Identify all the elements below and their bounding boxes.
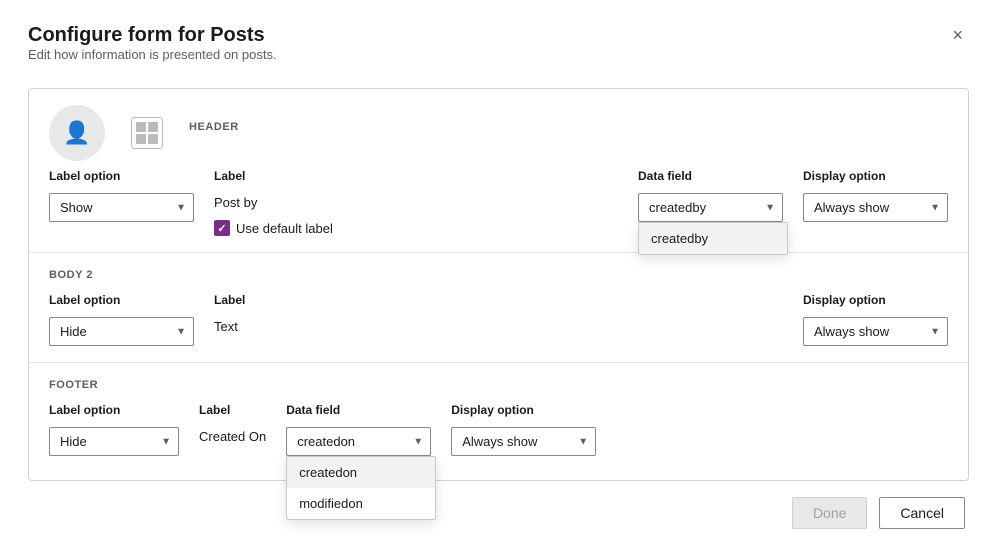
body2-label-option-group: Label option Hide Show ▼ xyxy=(49,293,194,346)
footer-label-option-select-wrapper: Hide Show ▼ xyxy=(49,427,179,456)
grid-layout-icon xyxy=(131,117,163,149)
body2-label-label: Label xyxy=(214,293,245,307)
footer-label-option-label: Label option xyxy=(49,403,179,417)
footer-label-label: Label xyxy=(199,403,266,417)
footer-data-field-dropdown: createdon modifiedon xyxy=(286,456,436,520)
close-button[interactable]: × xyxy=(946,24,969,46)
header-section-icons: 👤 HEADER xyxy=(49,105,948,161)
footer-display-option-select-wrapper: Always show ▼ xyxy=(451,427,596,456)
cancel-button[interactable]: Cancel xyxy=(879,497,965,529)
dialog-subtitle: Edit how information is presented on pos… xyxy=(28,47,277,62)
body2-section: BODY 2 Label option Hide Show ▼ Label Te… xyxy=(29,253,968,363)
body2-display-option-select[interactable]: Always show xyxy=(803,317,948,346)
header-display-option-label: Display option xyxy=(803,169,948,183)
configure-form-dialog: Configure form for Posts Edit how inform… xyxy=(0,0,997,560)
footer-label-option-select[interactable]: Hide Show xyxy=(49,427,179,456)
header-post-by-text: Post by xyxy=(214,195,333,210)
header-data-field-label: Data field xyxy=(638,169,783,183)
dialog-header: Configure form for Posts Edit how inform… xyxy=(28,24,969,82)
header-data-field-group: Data field createdby ▼ createdby xyxy=(638,169,783,222)
grid-cell-1 xyxy=(136,122,146,132)
body2-label-option-select[interactable]: Hide Show xyxy=(49,317,194,346)
footer-label-text: Created On xyxy=(199,429,266,444)
body2-label-group: Label Text xyxy=(214,293,245,334)
footer-display-option-group: Display option Always show ▼ xyxy=(451,403,596,456)
grid-cell-4 xyxy=(148,134,158,144)
footer-data-field-group: Data field createdon modifiedon ▼ create… xyxy=(286,403,431,456)
body2-display-option-group: Display option Always show ▼ xyxy=(803,293,948,346)
body2-fields-row: Label option Hide Show ▼ Label Text xyxy=(49,293,948,346)
header-label-option-group: Label option Show Hide ▼ xyxy=(49,169,194,222)
dialog-title: Configure form for Posts xyxy=(28,24,277,47)
header-section-label: HEADER xyxy=(189,121,239,133)
done-button[interactable]: Done xyxy=(792,497,867,529)
footer-data-field-label: Data field xyxy=(286,403,431,417)
footer-label-group: Label Created On xyxy=(199,403,266,444)
person-icon: 👤 xyxy=(63,120,90,146)
dialog-footer: Done Cancel xyxy=(28,497,969,529)
header-label-option-label: Label option xyxy=(49,169,194,183)
header-data-field-select[interactable]: createdby xyxy=(638,193,783,222)
footer-display-option-label: Display option xyxy=(451,403,596,417)
footer-display-option-select[interactable]: Always show xyxy=(451,427,596,456)
footer-section: FOOTER Label option Hide Show ▼ Label Cr… xyxy=(29,363,968,480)
body2-label-option-select-wrapper: Hide Show ▼ xyxy=(49,317,194,346)
avatar: 👤 xyxy=(49,105,105,161)
header-fields-row: Label option Show Hide ▼ Label Post by xyxy=(49,169,948,236)
footer-dropdown-item-modifiedon[interactable]: modifiedon xyxy=(287,488,435,519)
header-display-option-group: Display option Always show ▼ xyxy=(803,169,948,222)
header-label-label: Label xyxy=(214,169,333,183)
footer-data-field-select-wrapper: createdon modifiedon ▼ xyxy=(286,427,431,456)
header-dropdown-item-createdby[interactable]: createdby xyxy=(639,223,787,254)
grid-cell-2 xyxy=(148,122,158,132)
header-data-field-dropdown: createdby xyxy=(638,222,788,255)
header-label-option-select[interactable]: Show Hide xyxy=(49,193,194,222)
use-default-label-text: Use default label xyxy=(236,221,333,236)
footer-fields-row: Label option Hide Show ▼ Label Created O… xyxy=(49,403,948,456)
body2-label-text: Text xyxy=(214,319,245,334)
header-section: 👤 HEADER Label option Show Hide xyxy=(29,89,968,253)
use-default-label-checkbox[interactable] xyxy=(214,220,230,236)
body2-display-option-select-wrapper: Always show ▼ xyxy=(803,317,948,346)
footer-label-option-group: Label option Hide Show ▼ xyxy=(49,403,179,456)
header-display-option-select-wrapper: Always show ▼ xyxy=(803,193,948,222)
body2-label-option-label: Label option xyxy=(49,293,194,307)
header-label-group: Label Post by Use default label xyxy=(214,169,333,236)
use-default-label-row: Use default label xyxy=(214,220,333,236)
header-display-option-select[interactable]: Always show xyxy=(803,193,948,222)
sections-container: 👤 HEADER Label option Show Hide xyxy=(28,88,969,481)
footer-section-label: FOOTER xyxy=(49,379,948,391)
header-data-field-select-wrapper: createdby ▼ xyxy=(638,193,783,222)
body2-section-label: BODY 2 xyxy=(49,269,948,281)
grid-cell-3 xyxy=(136,134,146,144)
footer-dropdown-item-createdon[interactable]: createdon xyxy=(287,457,435,488)
footer-data-field-select[interactable]: createdon modifiedon xyxy=(286,427,431,456)
header-label-option-select-wrapper: Show Hide ▼ xyxy=(49,193,194,222)
body2-display-option-label: Display option xyxy=(803,293,948,307)
